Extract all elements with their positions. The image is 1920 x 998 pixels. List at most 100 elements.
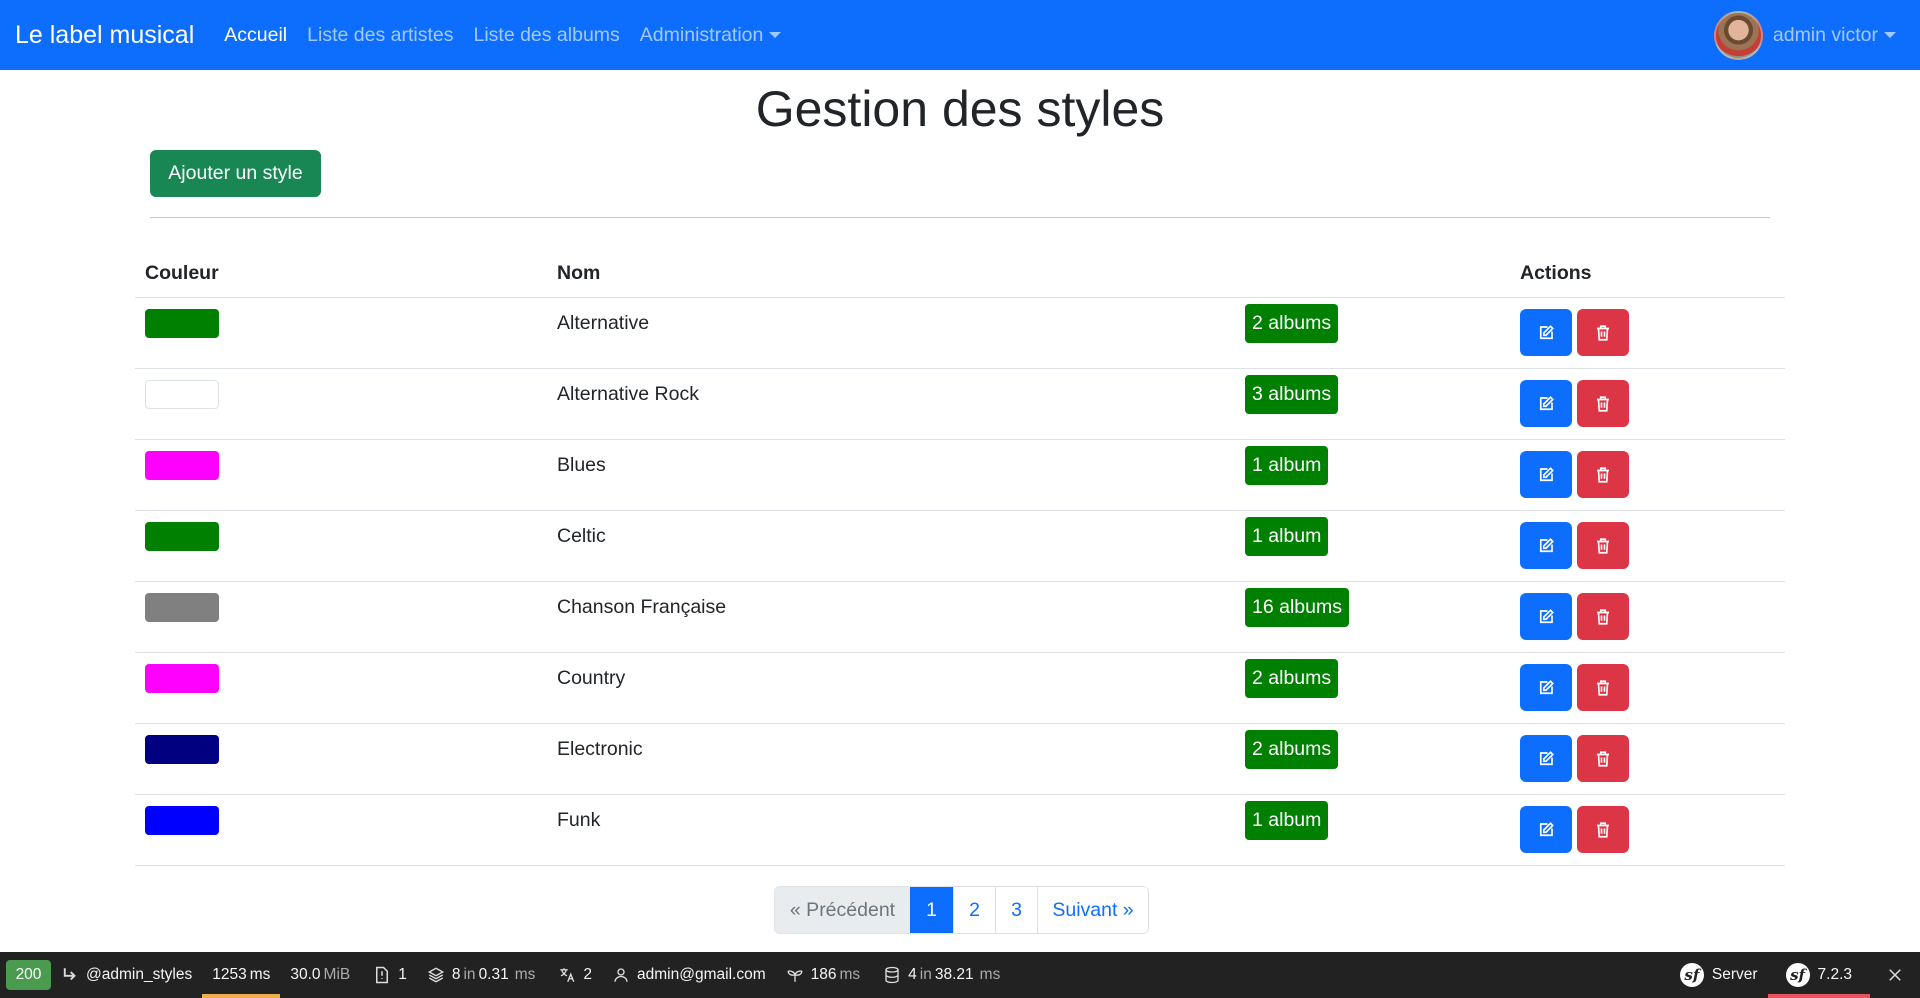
- delete-button[interactable]: [1577, 309, 1629, 356]
- db-time: 38.21: [934, 966, 974, 983]
- route-name: @admin_styles: [86, 966, 193, 983]
- memory-unit: MiB: [323, 966, 351, 983]
- time-unit: ms: [249, 966, 271, 983]
- trash-icon: [1597, 324, 1609, 341]
- edit-button[interactable]: [1520, 451, 1572, 498]
- database-icon: [885, 966, 899, 984]
- toolbar-version[interactable]: sf 7.2.3: [1767, 952, 1871, 998]
- albums-count-badge: 1 album: [1245, 517, 1329, 556]
- translation-icon: [560, 968, 575, 983]
- db-in-label: in: [919, 966, 932, 983]
- toolbar-translations[interactable]: 2: [548, 952, 602, 998]
- delete-button[interactable]: [1577, 451, 1629, 498]
- close-icon: [1889, 969, 1901, 981]
- table-row: Celtic 1 album: [135, 511, 1785, 582]
- color-swatch: [145, 380, 219, 409]
- cache-value: 186: [810, 966, 837, 983]
- style-name: Chanson Française: [557, 596, 727, 618]
- toolbar-twig[interactable]: 8 in 0.31 ms: [417, 952, 549, 998]
- delete-button[interactable]: [1577, 735, 1629, 782]
- nav-dropdown-administration[interactable]: Administration: [640, 24, 782, 47]
- delete-button[interactable]: [1577, 664, 1629, 711]
- color-swatch: [145, 735, 219, 764]
- delete-button[interactable]: [1577, 806, 1629, 853]
- user-menu[interactable]: admin victor: [1713, 0, 1896, 70]
- trash-icon: [1597, 395, 1609, 412]
- log-file-icon: [376, 966, 389, 984]
- debug-toolbar: 200 @admin_styles 1253 ms 30.0 MiB 1 8 i…: [0, 952, 1920, 998]
- albums-count-badge: 1 album: [1245, 801, 1329, 840]
- table-header: Couleur Nom Actions: [135, 252, 1785, 298]
- pagination-page-2[interactable]: 2: [953, 887, 995, 933]
- memory-value: 30.0: [290, 966, 321, 983]
- edit-icon: [1539, 537, 1554, 552]
- table-row: Country 2 albums: [135, 653, 1785, 724]
- toolbar-logs[interactable]: 1: [363, 952, 417, 998]
- db-count: 4: [908, 966, 917, 983]
- table-row: Electronic 2 albums: [135, 724, 1785, 795]
- add-style-button[interactable]: Ajouter un style: [150, 150, 321, 197]
- pagination-page-1[interactable]: 1: [910, 887, 953, 933]
- page-title: Gestion des styles: [755, 81, 1165, 137]
- layers-icon: [427, 967, 444, 983]
- albums-count-badge: 2 albums: [1245, 304, 1339, 343]
- header-couleur: Couleur: [145, 262, 219, 284]
- edit-icon: [1539, 679, 1554, 694]
- edit-button[interactable]: [1520, 806, 1572, 853]
- delete-button[interactable]: [1577, 593, 1629, 640]
- nav-link-albums[interactable]: Liste des albums: [473, 24, 619, 47]
- edit-button[interactable]: [1520, 664, 1572, 711]
- brand-link[interactable]: Le label musical: [15, 21, 194, 50]
- nav-link-accueil[interactable]: Accueil: [224, 24, 287, 47]
- toolbar-cache[interactable]: 186 ms: [776, 952, 874, 998]
- symfony-logo-icon: sf: [1679, 963, 1704, 987]
- pagination-previous: « Précédent: [775, 887, 910, 933]
- pagination-next[interactable]: Suivant »: [1037, 887, 1148, 933]
- style-name: Funk: [557, 809, 601, 831]
- twig-in-label: in: [463, 966, 476, 983]
- edit-button[interactable]: [1520, 735, 1572, 782]
- user-dropdown[interactable]: admin victor: [1773, 24, 1896, 47]
- toolbar-database[interactable]: 4 in 38.21 ms: [873, 952, 1013, 998]
- header-actions: Actions: [1520, 262, 1592, 284]
- nav-link-artistes[interactable]: Liste des artistes: [307, 24, 453, 47]
- trash-icon: [1597, 679, 1609, 696]
- header-nom: Nom: [557, 262, 601, 284]
- edit-button[interactable]: [1520, 309, 1572, 356]
- toolbar-route[interactable]: @admin_styles: [51, 952, 202, 998]
- toolbar-close-button[interactable]: [1870, 952, 1920, 998]
- twig-time: 0.31: [478, 966, 509, 983]
- edit-icon: [1539, 324, 1554, 339]
- style-name: Alternative Rock: [557, 383, 699, 405]
- color-swatch: [145, 806, 219, 835]
- trash-icon: [1597, 608, 1609, 625]
- style-name: Country: [557, 667, 626, 689]
- trash-icon: [1597, 537, 1609, 554]
- pagination-page-3[interactable]: 3: [995, 887, 1037, 933]
- status-badge[interactable]: 200: [6, 960, 51, 990]
- table-body: Alternative 2 albums Alternative Rock 3 alb…: [135, 298, 1785, 866]
- cache-unit: ms: [839, 966, 861, 983]
- color-swatch: [145, 664, 219, 693]
- edit-button[interactable]: [1520, 380, 1572, 427]
- albums-count-badge: 16 albums: [1245, 588, 1349, 627]
- redirect-arrow-icon: [63, 968, 76, 981]
- toolbar-time[interactable]: 1253 ms: [202, 952, 281, 998]
- logs-count: 1: [398, 966, 407, 983]
- toolbar-user[interactable]: admin@gmail.com: [602, 952, 776, 998]
- caret-down-icon: [769, 32, 782, 38]
- color-swatch: [145, 309, 219, 338]
- edit-icon: [1539, 750, 1554, 765]
- edit-button[interactable]: [1520, 522, 1572, 569]
- trash-icon: [1597, 750, 1609, 767]
- toolbar-user-email: admin@gmail.com: [637, 966, 766, 983]
- db-unit: ms: [979, 966, 1001, 983]
- toolbar-server[interactable]: sf Server: [1670, 952, 1768, 998]
- delete-button[interactable]: [1577, 522, 1629, 569]
- albums-count-badge: 1 album: [1245, 446, 1329, 485]
- edit-button[interactable]: [1520, 593, 1572, 640]
- delete-button[interactable]: [1577, 380, 1629, 427]
- navbar: Le label musical Accueil Liste des artis…: [0, 0, 1920, 70]
- toolbar-memory[interactable]: 30.0 MiB: [280, 952, 363, 998]
- style-name: Blues: [557, 454, 606, 476]
